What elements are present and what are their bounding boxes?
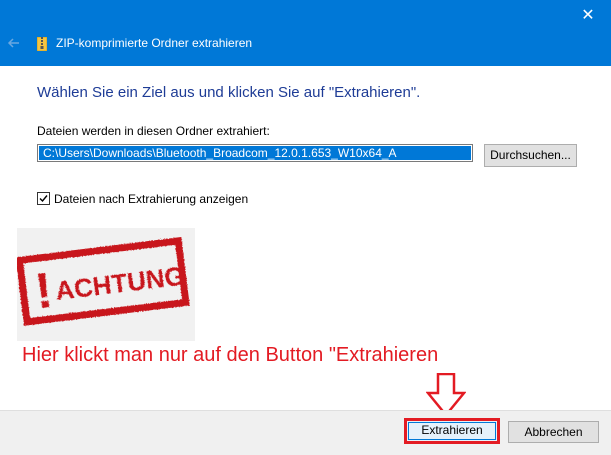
warning-image: ! ACHTUNG xyxy=(15,228,195,341)
dialog-title: ZIP-komprimierte Ordner extrahieren xyxy=(56,36,253,50)
close-button[interactable]: ✕ xyxy=(575,2,601,28)
back-arrow-icon[interactable] xyxy=(4,33,24,53)
zip-folder-icon xyxy=(37,37,47,51)
extract-button-label: Extrahieren xyxy=(408,422,496,440)
show-files-checkbox[interactable] xyxy=(37,192,50,205)
checkmark-icon xyxy=(39,195,48,203)
browse-button[interactable]: Durchsuchen... xyxy=(484,144,577,167)
annotation-text: Hier klickt man nur auf den Button "Extr… xyxy=(22,344,439,366)
destination-label: Dateien werden in diesen Ordner extrahie… xyxy=(37,124,270,138)
close-icon: ✕ xyxy=(581,5,595,24)
achtung-stamp: ! ACHTUNG xyxy=(15,236,190,326)
extract-button[interactable]: Extrahieren xyxy=(404,418,500,444)
stamp-text: ACHTUNG xyxy=(54,260,187,306)
destination-path-value: C:\Users\Downloads\Bluetooth_Broadcom_12… xyxy=(39,146,471,160)
instruction-heading: Wählen Sie ein Ziel aus und klicken Sie … xyxy=(37,84,421,101)
stamp-exclamation: ! xyxy=(32,262,55,320)
show-files-label: Dateien nach Extrahierung anzeigen xyxy=(54,192,249,206)
title-bar xyxy=(0,0,611,66)
destination-path-input[interactable]: C:\Users\Downloads\Bluetooth_Broadcom_12… xyxy=(37,144,473,162)
cancel-button[interactable]: Abbrechen xyxy=(508,421,599,443)
